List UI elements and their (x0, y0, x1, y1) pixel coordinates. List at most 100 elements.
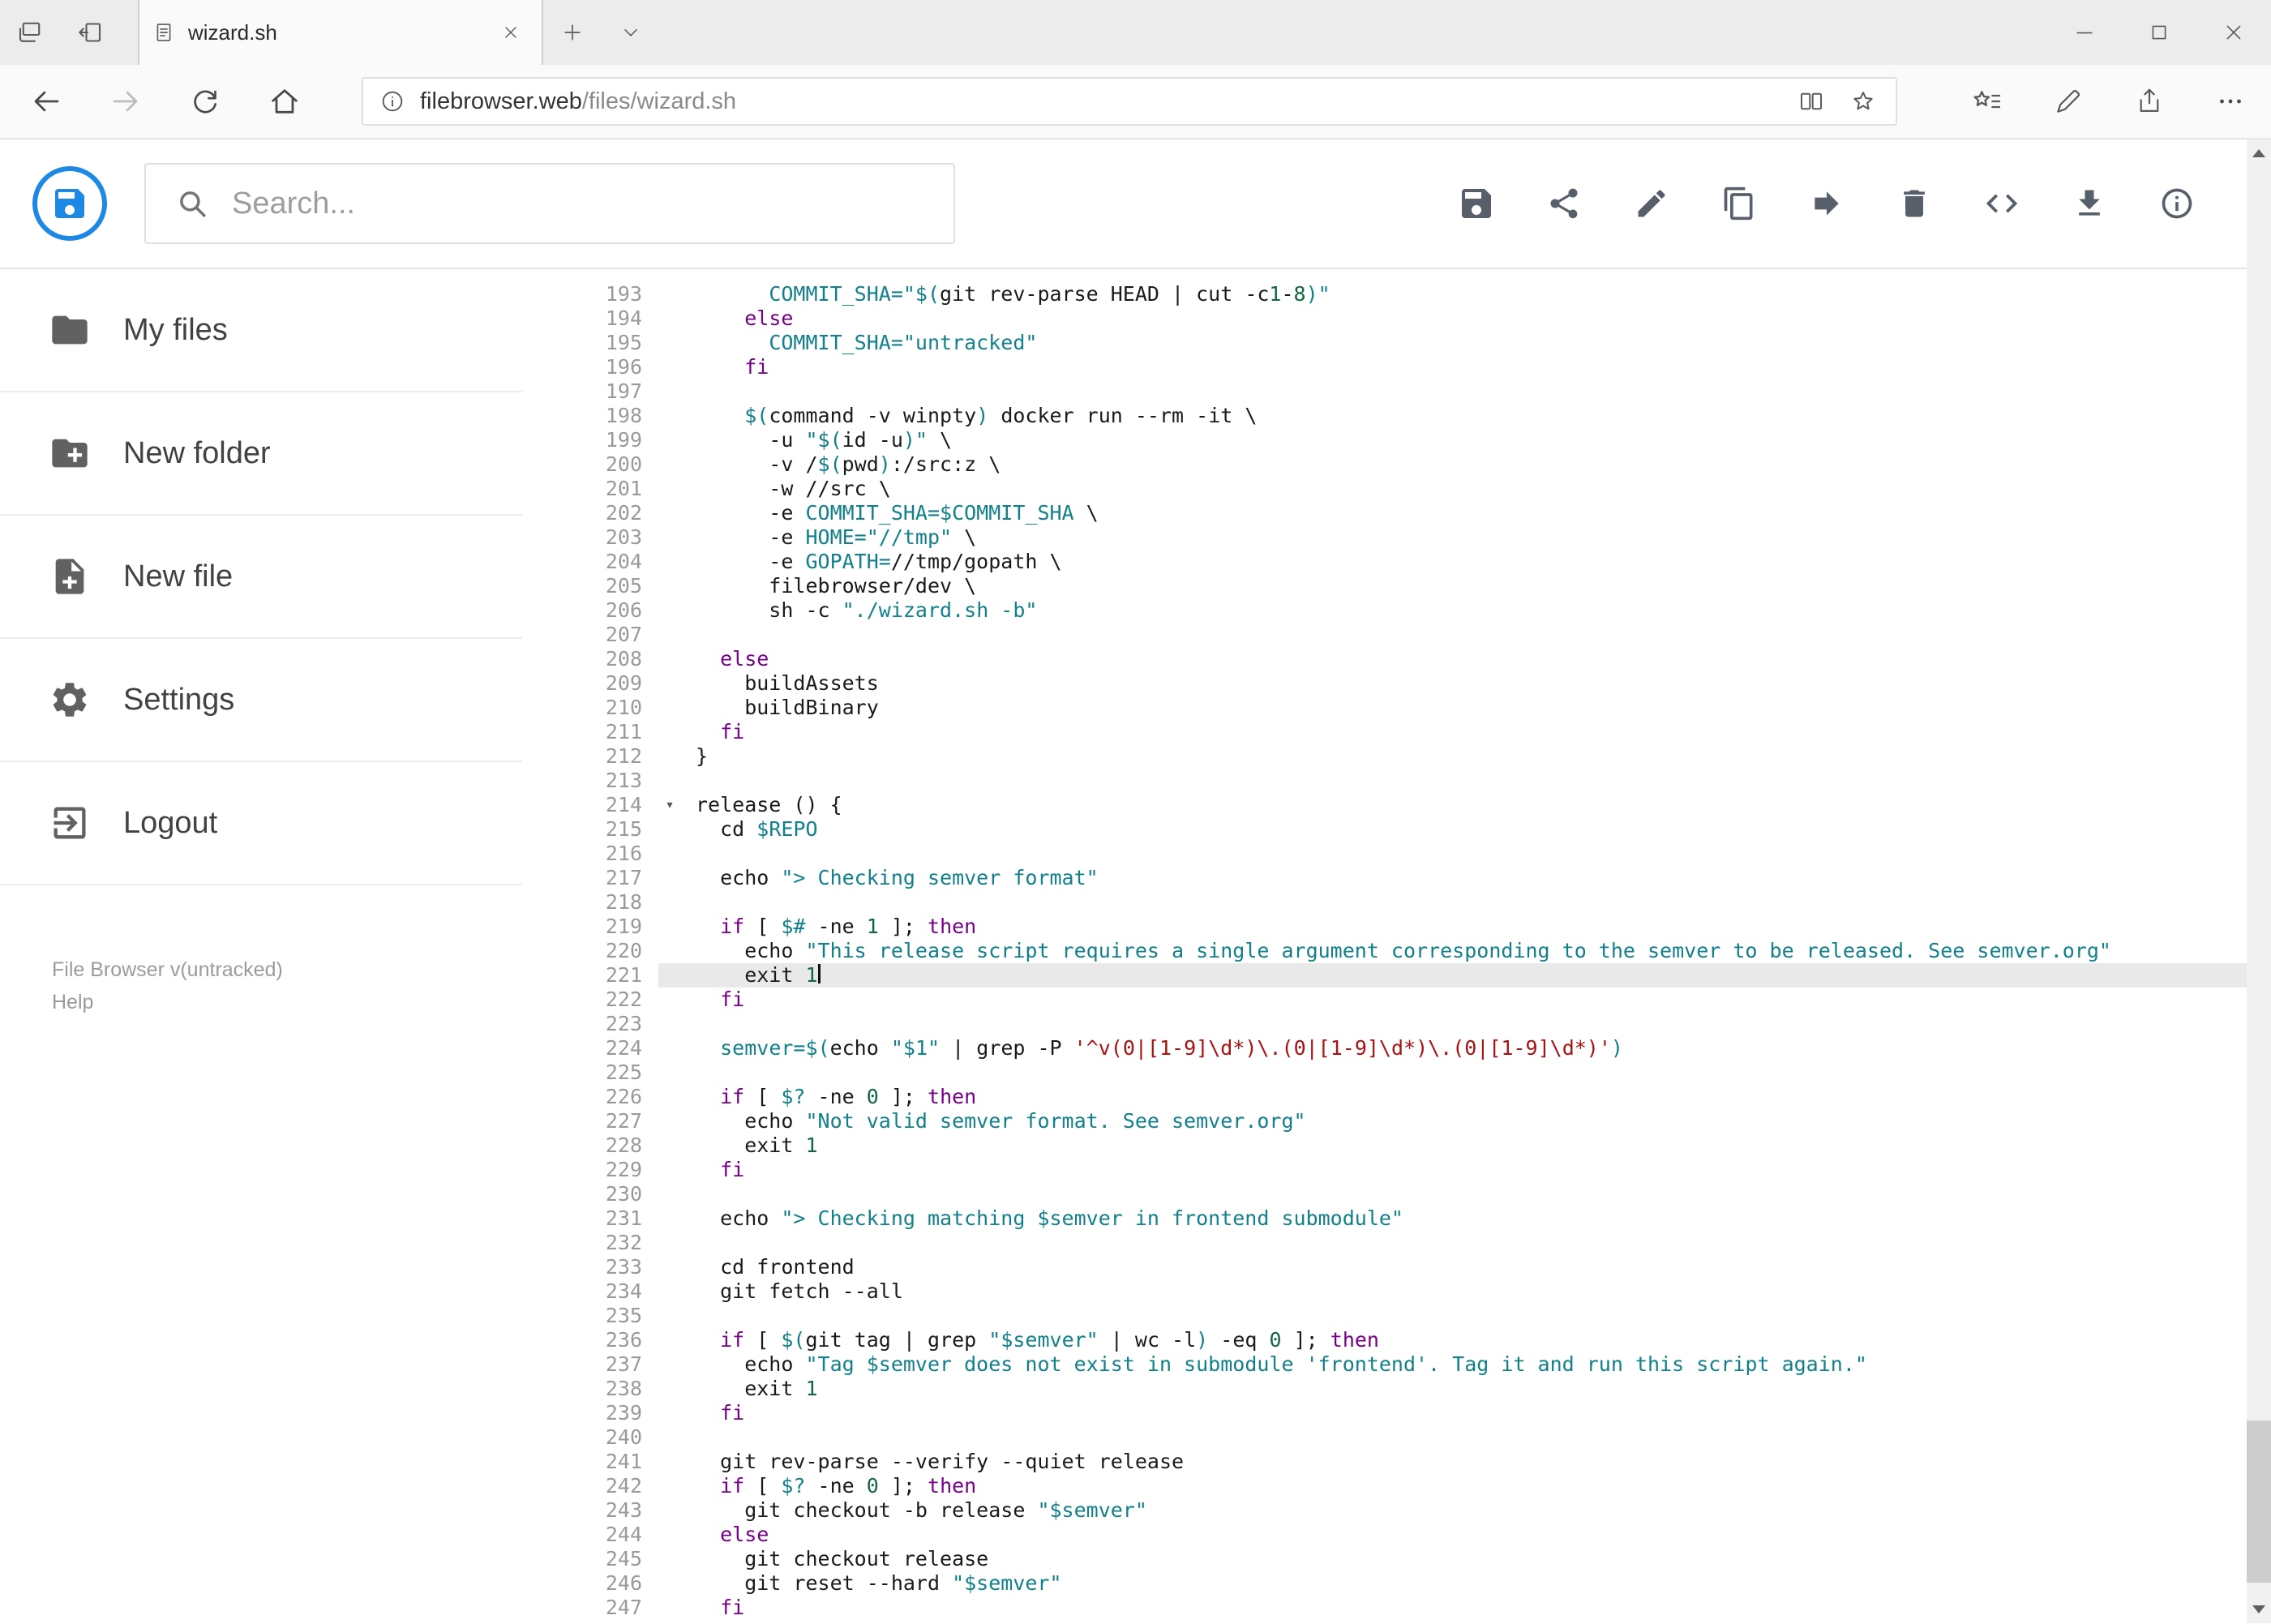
code-line[interactable]: 247 fi (522, 1596, 2271, 1620)
code-line[interactable]: 206 sh -c "./wizard.sh -b" (522, 598, 2271, 623)
download-button[interactable] (2070, 184, 2109, 223)
code-line[interactable]: 230 (522, 1182, 2271, 1206)
code-line[interactable]: 235 (522, 1304, 2271, 1328)
sidebar-item-new-folder[interactable]: New folder (0, 392, 522, 516)
code-line[interactable]: 237 echo "Tag $semver does not exist in … (522, 1352, 2271, 1377)
search-box[interactable] (144, 163, 955, 244)
code-line[interactable]: 204 -e GOPATH=//tmp/gopath \ (522, 550, 2271, 574)
code-line[interactable]: 232 (522, 1231, 2271, 1255)
code-line[interactable]: 225 (522, 1061, 2271, 1085)
delete-button[interactable] (1895, 184, 1934, 223)
fold-marker-icon[interactable]: ▾ (658, 793, 681, 817)
code-line[interactable]: 219 if [ $# -ne 1 ]; then (522, 915, 2271, 939)
code-line[interactable]: 224 semver=$(echo "$1" | grep -P '^v(0|[… (522, 1036, 2271, 1061)
code-line[interactable]: 194 else (522, 306, 2271, 331)
code-line[interactable]: 212} (522, 744, 2271, 769)
code-line[interactable]: 196 fi (522, 355, 2271, 379)
code-line[interactable]: 199 -u "$(id -u)" \ (522, 428, 2271, 452)
code-line[interactable]: 211 fi (522, 720, 2271, 744)
close-window-button[interactable] (2196, 0, 2271, 65)
code-line[interactable]: 216 (522, 842, 2271, 866)
code-line[interactable]: 228 exit 1 (522, 1133, 2271, 1158)
scrollbar-thumb[interactable] (2247, 1420, 2271, 1583)
minimize-button[interactable] (2047, 0, 2122, 65)
code-line[interactable]: 223 (522, 1012, 2271, 1036)
code-line[interactable]: 242 if [ $? -ne 0 ]; then (522, 1474, 2271, 1498)
code-line[interactable]: 229 fi (522, 1158, 2271, 1182)
sidebar-item-new-file[interactable]: New file (0, 516, 522, 639)
sidebar-item-logout[interactable]: Logout (0, 762, 522, 885)
code-line[interactable]: 214 ▾ release () { (522, 793, 2271, 817)
address-bar[interactable]: filebrowser.web/files/wizard.sh (362, 77, 1897, 126)
code-line[interactable]: 198 $(command -v winpty) docker run --rm… (522, 404, 2271, 428)
page-info-icon[interactable] (379, 88, 405, 114)
tab-list-button[interactable] (602, 0, 660, 65)
code-line[interactable]: 227 echo "Not valid semver format. See s… (522, 1109, 2271, 1133)
vertical-scrollbar[interactable] (2247, 139, 2271, 1623)
code-line[interactable]: 226 if [ $? -ne 0 ]; then (522, 1085, 2271, 1109)
code-line[interactable]: 234 git fetch --all (522, 1279, 2271, 1304)
code-line[interactable]: 213 (522, 769, 2271, 793)
code-line[interactable]: 197 (522, 379, 2271, 404)
scrollbar-up-arrow[interactable] (2247, 139, 2271, 167)
code-line[interactable]: 238 exit 1 (522, 1377, 2271, 1401)
code-line[interactable]: 244 else (522, 1523, 2271, 1547)
share-button[interactable] (1545, 184, 1583, 223)
code-editor[interactable]: 193 COMMIT_SHA="$(git rev-parse HEAD | c… (522, 269, 2271, 1623)
code-line[interactable]: 239 fi (522, 1401, 2271, 1425)
code-line[interactable]: 207 (522, 623, 2271, 647)
new-tab-button[interactable] (543, 0, 602, 65)
code-line[interactable]: 236 if [ $(git tag | grep "$semver" | wc… (522, 1328, 2271, 1352)
edit-button[interactable] (1632, 184, 1671, 223)
add-favorite-button[interactable] (1837, 79, 1889, 124)
code-line[interactable]: 195 COMMIT_SHA="untracked" (522, 331, 2271, 355)
hub-button[interactable] (1947, 64, 2028, 139)
code-line[interactable]: 209 buildAssets (522, 671, 2271, 696)
code-line[interactable]: 208 else (522, 647, 2271, 671)
code-line[interactable]: 240 (522, 1425, 2271, 1450)
web-note-button[interactable] (2028, 64, 2109, 139)
sidebar-item-my-files[interactable]: My files (0, 269, 522, 392)
help-link[interactable]: Help (52, 986, 522, 1018)
filebrowser-logo[interactable] (32, 166, 107, 241)
code-line[interactable]: 243 git checkout -b release "$semver" (522, 1498, 2271, 1523)
code-line[interactable]: 221 exit 1 (522, 963, 2271, 988)
browser-tab[interactable]: wizard.sh (138, 0, 543, 65)
refresh-button[interactable] (165, 64, 245, 139)
code-line[interactable]: 202 -e COMMIT_SHA=$COMMIT_SHA \ (522, 501, 2271, 525)
share-page-button[interactable] (2109, 64, 2190, 139)
code-line[interactable]: 233 cd frontend (522, 1255, 2271, 1279)
code-line[interactable]: 231 echo "> Checking matching $semver in… (522, 1206, 2271, 1231)
maximize-button[interactable] (2122, 0, 2196, 65)
code-line[interactable]: 245 git checkout release (522, 1547, 2271, 1571)
forward-button[interactable] (86, 64, 165, 139)
reading-view-button[interactable] (1785, 79, 1837, 124)
copy-button[interactable] (1720, 184, 1759, 223)
search-input[interactable] (232, 186, 881, 221)
raw-code-button[interactable] (1982, 184, 2021, 223)
code-line[interactable]: 210 buildBinary (522, 696, 2271, 720)
back-button[interactable] (6, 64, 86, 139)
code-line[interactable]: 217 echo "> Checking semver format" (522, 866, 2271, 890)
code-line[interactable]: 193 COMMIT_SHA="$(git rev-parse HEAD | c… (522, 282, 2271, 306)
code-line[interactable]: 246 git reset --hard "$semver" (522, 1571, 2271, 1596)
info-button[interactable] (2157, 184, 2196, 223)
code-line[interactable]: 215 cd $REPO (522, 817, 2271, 842)
move-button[interactable] (1807, 184, 1846, 223)
sidebar-item-settings[interactable]: Settings (0, 639, 522, 762)
home-button[interactable] (245, 64, 324, 139)
code-line[interactable]: 222 fi (522, 988, 2271, 1012)
tab-preview-button[interactable] (60, 0, 120, 65)
code-line[interactable]: 200 -v /$(pwd):/src:z \ (522, 452, 2271, 477)
scrollbar-down-arrow[interactable] (2247, 1596, 2271, 1623)
save-button[interactable] (1457, 184, 1496, 223)
code-line[interactable]: 218 (522, 890, 2271, 915)
tab-close-button[interactable] (493, 15, 529, 50)
code-line[interactable]: 220 echo "This release script requires a… (522, 939, 2271, 963)
code-line[interactable]: 205 filebrowser/dev \ (522, 574, 2271, 598)
code-line[interactable]: 201 -w //src \ (522, 477, 2271, 501)
tabs-set-aside-button[interactable] (0, 0, 60, 65)
code-line[interactable]: 203 -e HOME="//tmp" \ (522, 525, 2271, 550)
code-line[interactable]: 241 git rev-parse --verify --quiet relea… (522, 1450, 2271, 1474)
browser-menu-button[interactable] (2190, 64, 2271, 139)
